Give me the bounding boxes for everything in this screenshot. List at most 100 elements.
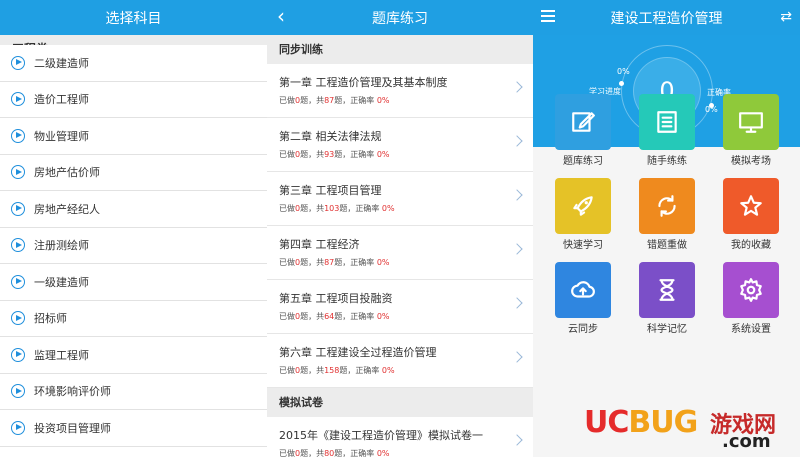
star-icon bbox=[738, 193, 764, 219]
subject-item[interactable]: 房地产估价师 bbox=[0, 154, 267, 191]
subject-select-screen: 选择科目 工程类 二级建造师造价工程师物业管理师房地产估价师房地产经纪人注册测绘… bbox=[0, 0, 267, 457]
menu-icon[interactable] bbox=[541, 10, 555, 22]
feature-label: 系统设置 bbox=[731, 324, 771, 335]
subject-item[interactable]: 二级建造师 bbox=[0, 45, 267, 82]
exam-title: 2015年《建设工程造价管理》模拟试卷一 bbox=[279, 429, 483, 442]
question-bank-screen: ‹ 题库练习 同步训练 第一章 工程造价管理及其基本制度已做0题，共87题，正确… bbox=[267, 0, 533, 457]
edit-icon bbox=[570, 109, 596, 135]
subject-label: 一级建造师 bbox=[34, 275, 89, 289]
monitor-icon bbox=[738, 109, 764, 135]
play-circle-icon bbox=[11, 201, 25, 216]
accuracy-value: 0% bbox=[705, 105, 718, 114]
progress-value: 0% bbox=[617, 67, 630, 76]
feature-tile-4[interactable] bbox=[555, 178, 611, 234]
page-title: 题库练习 bbox=[372, 10, 428, 27]
play-circle-icon bbox=[11, 165, 25, 180]
feature-label: 随手练练 bbox=[647, 156, 687, 167]
subject-label: 房地产估价师 bbox=[34, 166, 100, 180]
chapter-stats: 已做0题，共158题，正确率 0% bbox=[279, 366, 395, 375]
refresh-icon bbox=[654, 193, 680, 219]
subject-item[interactable]: 房地产经纪人 bbox=[0, 191, 267, 228]
gear-icon bbox=[738, 277, 764, 303]
play-circle-icon bbox=[11, 311, 25, 326]
feature-label: 模拟考场 bbox=[731, 156, 771, 167]
subject-item[interactable]: 一级建造师 bbox=[0, 264, 267, 301]
feature-tile-6[interactable] bbox=[723, 178, 779, 234]
rocket-icon bbox=[570, 193, 596, 219]
chapter-list: 第一章 工程造价管理及其基本制度 已做0题，共87题，正确率 0% 第二章 相关法律… bbox=[267, 64, 533, 388]
play-circle-icon bbox=[11, 128, 25, 143]
subject-item[interactable]: 造价工程师 bbox=[0, 81, 267, 118]
chapter-title: 第一章 工程造价管理及其基本制度 bbox=[279, 76, 448, 89]
feature-tile-7[interactable] bbox=[555, 262, 611, 318]
watermark-logo: UCBUG bbox=[584, 405, 698, 440]
subject-label: 注册测绘师 bbox=[34, 239, 89, 253]
chapter-item[interactable]: 第二章 相关法律法规 已做0题，共93题，正确率 0% bbox=[267, 118, 533, 172]
chapter-item[interactable]: 第四章 工程经济 已做0题，共87题，正确率 0% bbox=[267, 226, 533, 280]
chapter-title: 第四章 工程经济 bbox=[279, 238, 360, 251]
subject-item[interactable]: 招标师 bbox=[0, 300, 267, 337]
page-title: 选择科目 bbox=[105, 10, 162, 27]
question-bank-header: ‹ 题库练习 bbox=[267, 0, 533, 35]
chapter-title: 第二章 相关法律法规 bbox=[279, 130, 382, 143]
chapter-title: 第三章 工程项目管理 bbox=[279, 184, 382, 197]
subject-label: 投资项目管理师 bbox=[34, 421, 111, 435]
chapter-title: 第六章 工程建设全过程造价管理 bbox=[279, 346, 437, 359]
play-circle-icon bbox=[11, 238, 25, 253]
subject-item[interactable]: 注册测绘师 bbox=[0, 227, 267, 264]
subject-item[interactable]: 监理工程师 bbox=[0, 337, 267, 374]
home-header: 建设工程造价管理 ⇄ bbox=[533, 0, 800, 35]
subject-list: 二级建造师造价工程师物业管理师房地产估价师 房地产经纪人 注册测绘师一级建造师招标师… bbox=[0, 45, 267, 447]
section-header-mock: 模拟试卷 bbox=[267, 388, 533, 417]
feature-label: 科学记忆 bbox=[647, 324, 687, 335]
section-header-sync: 同步训练 bbox=[267, 35, 533, 64]
feature-tile-3[interactable] bbox=[723, 94, 779, 150]
exam-stats: 已做0题，共80题，正确率 0% bbox=[279, 449, 390, 457]
chapter-item[interactable]: 第五章 工程项目投融资已做0题，共64题，正确率 0% bbox=[267, 280, 533, 334]
chapter-stats: 已做0题，共103题，正确率 0% bbox=[279, 204, 395, 213]
play-circle-icon bbox=[11, 92, 25, 107]
subject-label: 物业管理师 bbox=[34, 129, 89, 143]
subject-label: 环境影响评价师 bbox=[34, 385, 111, 399]
feature-label: 快速学习 bbox=[563, 240, 603, 251]
subject-label: 造价工程师 bbox=[34, 93, 89, 107]
chapter-stats: 已做0题，共87题，正确率 0% bbox=[279, 96, 390, 105]
screenshot-root: 选择科目 工程类 二级建造师造价工程师物业管理师房地产估价师房地产经纪人注册测绘… bbox=[0, 0, 800, 457]
chapter-item[interactable]: 第六章 工程建设全过程造价管理已做0题，共158题，正确率 0% bbox=[267, 334, 533, 388]
feature-tile-2[interactable] bbox=[639, 94, 695, 150]
exam-item[interactable]: 2015年《建设工程造价管理》模拟试卷一 已做0题，共80题，正确率 0% bbox=[267, 417, 533, 457]
subject-item[interactable]: 环境影响评价师 bbox=[0, 373, 267, 410]
subject-label: 监理工程师 bbox=[34, 348, 89, 362]
ucbug-watermark: UCBUG 游戏网 .com bbox=[584, 405, 800, 457]
subject-item[interactable]: 物业管理师 bbox=[0, 118, 267, 155]
play-circle-icon bbox=[11, 55, 25, 70]
feature-tile-9[interactable] bbox=[723, 262, 779, 318]
feature-label: 题库练习 bbox=[563, 156, 603, 167]
chapter-title: 第五章 工程项目投融资 bbox=[279, 292, 393, 305]
feature-tile-1[interactable] bbox=[555, 94, 611, 150]
back-arrow-icon[interactable]: ‹ bbox=[277, 6, 285, 26]
subject-item[interactable]: 投资项目管理师 bbox=[0, 410, 267, 447]
feature-tile-5[interactable] bbox=[639, 178, 695, 234]
swap-icon[interactable]: ⇄ bbox=[780, 9, 792, 25]
cloud-upload-icon bbox=[570, 277, 596, 303]
subject-label: 房地产经纪人 bbox=[34, 202, 100, 216]
feature-tile-8[interactable] bbox=[639, 262, 695, 318]
hourglass-icon bbox=[654, 277, 680, 303]
watermark-com: .com bbox=[722, 431, 771, 452]
chapter-item[interactable]: 第三章 工程项目管理已做0题，共103题，正确率 0% bbox=[267, 172, 533, 226]
subject-select-header: 选择科目 bbox=[0, 0, 267, 35]
subject-label: 二级建造师 bbox=[34, 56, 89, 70]
chapter-item[interactable]: 第一章 工程造价管理及其基本制度已做0题，共87题，正确率 0% bbox=[267, 64, 533, 118]
play-circle-icon bbox=[11, 384, 25, 399]
play-circle-icon bbox=[11, 420, 25, 435]
subject-label: 招标师 bbox=[34, 312, 67, 326]
page-title: 建设工程造价管理 bbox=[610, 10, 723, 27]
home-screen: 建设工程造价管理 ⇄ 0 0% 学习进度 正确率 0% 题库练习 随手练练 模拟考场… bbox=[533, 0, 800, 457]
play-circle-icon bbox=[11, 274, 25, 289]
chapter-stats: 已做0题，共64题，正确率 0% bbox=[279, 312, 390, 321]
feature-label: 错题重做 bbox=[647, 240, 687, 251]
play-circle-icon bbox=[11, 347, 25, 362]
list-icon bbox=[654, 109, 680, 135]
feature-label: 我的收藏 bbox=[731, 240, 771, 251]
